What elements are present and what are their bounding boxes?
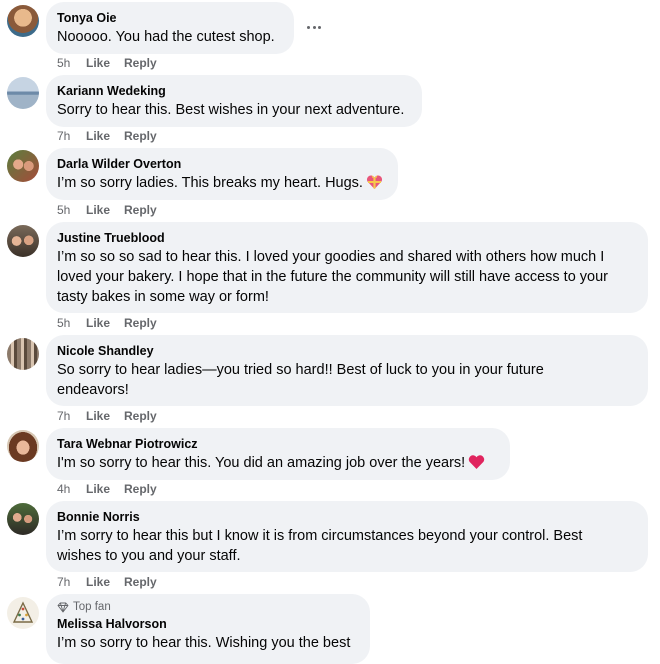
avatar-art	[12, 601, 34, 623]
comment-bubble: Justine Trueblood I’m so so so sad to he…	[46, 222, 648, 313]
comment-text-content: I'm so sorry to hear this. You did an am…	[57, 455, 466, 471]
avatar[interactable]	[7, 5, 39, 37]
comment-text-line: loved your bakery. I hope that in the fu…	[57, 269, 608, 285]
comment-bubble: Kariann Wedeking Sorry to hear this. Bes…	[46, 75, 422, 127]
comment-text-line: I’m sorry to hear this but I know it is …	[57, 528, 583, 544]
comment-text-line: wishes to you and your staff.	[57, 548, 241, 564]
comment-time[interactable]: 7h	[57, 408, 86, 424]
top-fan-badge: Top fan	[57, 600, 358, 614]
avatar[interactable]	[7, 225, 39, 257]
comment-text-line: tasty bakes in some way or form!	[57, 289, 269, 305]
comment-bubble: Darla Wilder Overton I’m so sorry ladies…	[46, 148, 398, 200]
comment-text: I’m so sorry to hear this. Wishing you t…	[57, 635, 351, 651]
comment-author[interactable]: Nicole Shandley	[57, 343, 636, 359]
comment-author[interactable]: Tara Webnar Piotrowicz	[57, 436, 498, 452]
comment-time[interactable]: 4h	[57, 481, 86, 497]
avatar[interactable]	[7, 503, 39, 535]
avatar[interactable]	[7, 150, 39, 182]
comment-bubble: Nicole Shandley So sorry to hear ladies—…	[46, 335, 648, 406]
comment-text: Sorry to hear this. Best wishes in your …	[57, 102, 405, 118]
comment-text: I’m so sorry ladies. This breaks my hear…	[57, 173, 386, 196]
avatar[interactable]	[7, 338, 39, 370]
avatar[interactable]	[7, 597, 39, 629]
comment-bubble: Top fan Melissa Halvorson I’m so sorry t…	[46, 594, 370, 664]
comment-author[interactable]: Tonya Oie	[57, 10, 282, 26]
more-options-icon[interactable]	[304, 17, 324, 37]
comment-text: I’m so so so sad to hear this. I loved y…	[57, 247, 636, 307]
comment-time[interactable]: 7h	[57, 574, 86, 590]
comment-time[interactable]: 7h	[57, 128, 86, 144]
red-heart-emoji	[468, 454, 485, 476]
comment-bubble: Tara Webnar Piotrowicz I'm so sorry to h…	[46, 428, 510, 480]
comment-author[interactable]: Darla Wilder Overton	[57, 156, 386, 172]
comment-time[interactable]: 5h	[57, 315, 86, 331]
diamond-badge-icon	[57, 602, 69, 612]
reply-button[interactable]: Reply	[124, 315, 157, 331]
comment-actions: 7h Like Reply	[57, 574, 157, 590]
like-button[interactable]: Like	[86, 408, 110, 424]
reply-button[interactable]: Reply	[124, 481, 157, 497]
comment-text-content: I’m so sorry ladies. This breaks my hear…	[57, 175, 363, 191]
comment-author[interactable]: Melissa Halvorson	[57, 616, 358, 632]
comment-text: I’m sorry to hear this but I know it is …	[57, 526, 636, 566]
reply-button[interactable]: Reply	[124, 55, 157, 71]
avatar[interactable]	[7, 77, 39, 109]
like-button[interactable]: Like	[86, 315, 110, 331]
comment-text: So sorry to hear ladies—you tried so har…	[57, 360, 636, 400]
comment-bubble: Bonnie Norris I’m sorry to hear this but…	[46, 501, 648, 572]
comment-text-line: I’m so so so sad to hear this. I loved y…	[57, 249, 605, 265]
comment-text: I'm so sorry to hear this. You did an am…	[57, 453, 498, 476]
top-fan-label: Top fan	[73, 601, 111, 613]
like-button[interactable]: Like	[86, 481, 110, 497]
avatar[interactable]	[7, 430, 39, 462]
comment-time[interactable]: 5h	[57, 55, 86, 71]
comment-author[interactable]: Bonnie Norris	[57, 509, 636, 525]
comment-actions: 5h Like Reply	[57, 55, 157, 71]
like-button[interactable]: Like	[86, 202, 110, 218]
comment-actions: 5h Like Reply	[57, 202, 157, 218]
comment-text-line: endeavors!	[57, 382, 129, 398]
reply-button[interactable]: Reply	[124, 128, 157, 144]
gift-heart-emoji	[366, 174, 383, 196]
reply-button[interactable]: Reply	[124, 574, 157, 590]
like-button[interactable]: Like	[86, 574, 110, 590]
comment-actions: 7h Like Reply	[57, 128, 157, 144]
comment-actions: 5h Like Reply	[57, 315, 157, 331]
comment-bubble: Tonya Oie Nooooo. You had the cutest sho…	[46, 2, 294, 54]
comment-text-line: So sorry to hear ladies—you tried so har…	[57, 362, 544, 378]
comment-actions: 4h Like Reply	[57, 481, 157, 497]
like-button[interactable]: Like	[86, 128, 110, 144]
comment-author[interactable]: Justine Trueblood	[57, 230, 636, 246]
like-button[interactable]: Like	[86, 55, 110, 71]
reply-button[interactable]: Reply	[124, 408, 157, 424]
comment-actions: 7h Like Reply	[57, 408, 157, 424]
comment-time[interactable]: 5h	[57, 202, 86, 218]
comment-text: Nooooo. You had the cutest shop.	[57, 29, 275, 45]
reply-button[interactable]: Reply	[124, 202, 157, 218]
comment-author[interactable]: Kariann Wedeking	[57, 83, 410, 99]
